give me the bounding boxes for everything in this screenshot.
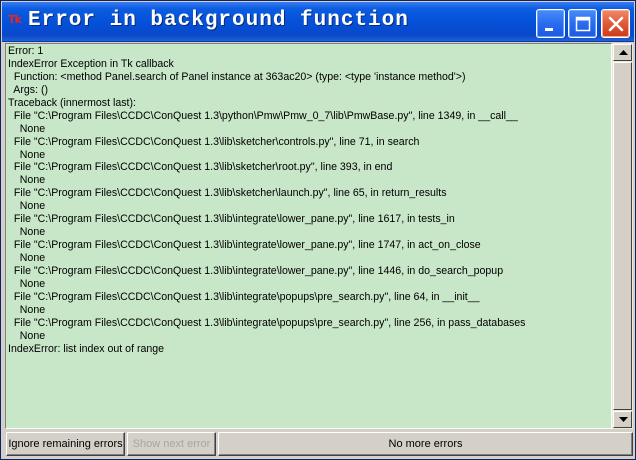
close-icon xyxy=(608,16,624,32)
scroll-down-button[interactable] xyxy=(613,411,632,428)
error-text-line: File "C:\Program Files\CCDC\ConQuest 1.3… xyxy=(8,213,455,226)
error-text-line: File "C:\Program Files\CCDC\ConQuest 1.3… xyxy=(8,109,518,122)
arrow-down-icon xyxy=(619,417,628,422)
error-text-line: None xyxy=(8,329,46,342)
error-text-line: IndexError: list index out of range xyxy=(8,342,165,355)
minimize-icon xyxy=(545,28,553,31)
error-text-line: File "C:\Program Files\CCDC\ConQuest 1.3… xyxy=(8,135,420,148)
error-text-line: None xyxy=(8,277,46,290)
error-text-line: File "C:\Program Files\CCDC\ConQuest 1.3… xyxy=(8,264,504,277)
button-bar: Ignore remaining errors Show next error … xyxy=(2,430,634,459)
error-dialog-window: Tk Error in background function Error: 1… xyxy=(0,0,636,460)
close-button[interactable] xyxy=(601,9,630,38)
error-text-line: Error: 1 xyxy=(8,45,44,57)
error-text-line: Traceback (innermost last): xyxy=(8,96,136,109)
ignore-remaining-errors-button[interactable]: Ignore remaining errors xyxy=(6,432,125,456)
minimize-button[interactable] xyxy=(536,9,565,38)
error-text-line: None xyxy=(8,174,46,187)
error-text-line: None xyxy=(8,252,46,264)
scroll-up-button[interactable] xyxy=(613,44,632,61)
error-text-line: None xyxy=(8,226,46,239)
error-text-line: File "C:\Program Files\CCDC\ConQuest 1.3… xyxy=(8,316,526,329)
error-text-line: File "C:\Program Files\CCDC\ConQuest 1.3… xyxy=(8,239,481,252)
tk-app-icon: Tk xyxy=(8,13,22,26)
error-text-line: File "C:\Program Files\CCDC\ConQuest 1.3… xyxy=(8,161,393,174)
error-text-line: None xyxy=(8,122,46,135)
error-text-line: None xyxy=(8,200,46,213)
window-title: Error in background function xyxy=(28,9,409,32)
arrow-up-icon xyxy=(619,50,628,55)
error-text-line: Function: <method Panel.search of Panel … xyxy=(8,70,466,83)
error-text-lines: Error: 1 IndexError Exception in Tk callb… xyxy=(8,45,525,356)
error-text-line: None xyxy=(8,303,46,316)
show-next-error-button[interactable]: Show next error xyxy=(127,432,216,456)
error-text-line: IndexError Exception in Tk callback xyxy=(8,57,174,70)
scrollbar-thumb[interactable] xyxy=(613,62,632,410)
error-text-area[interactable]: Error: 1 IndexError Exception in Tk callb… xyxy=(5,43,612,429)
error-text-line: Args: () xyxy=(8,83,49,96)
error-text-line: File "C:\Program Files\CCDC\ConQuest 1.3… xyxy=(8,290,480,303)
error-text-line: None xyxy=(8,148,46,161)
error-text-line: File "C:\Program Files\CCDC\ConQuest 1.3… xyxy=(8,187,447,200)
maximize-button[interactable] xyxy=(568,9,597,38)
vertical-scrollbar[interactable] xyxy=(612,43,633,429)
title-bar[interactable]: Tk Error in background function xyxy=(2,2,634,42)
maximize-icon xyxy=(575,16,591,32)
no-more-errors-button[interactable]: No more errors xyxy=(218,432,633,456)
